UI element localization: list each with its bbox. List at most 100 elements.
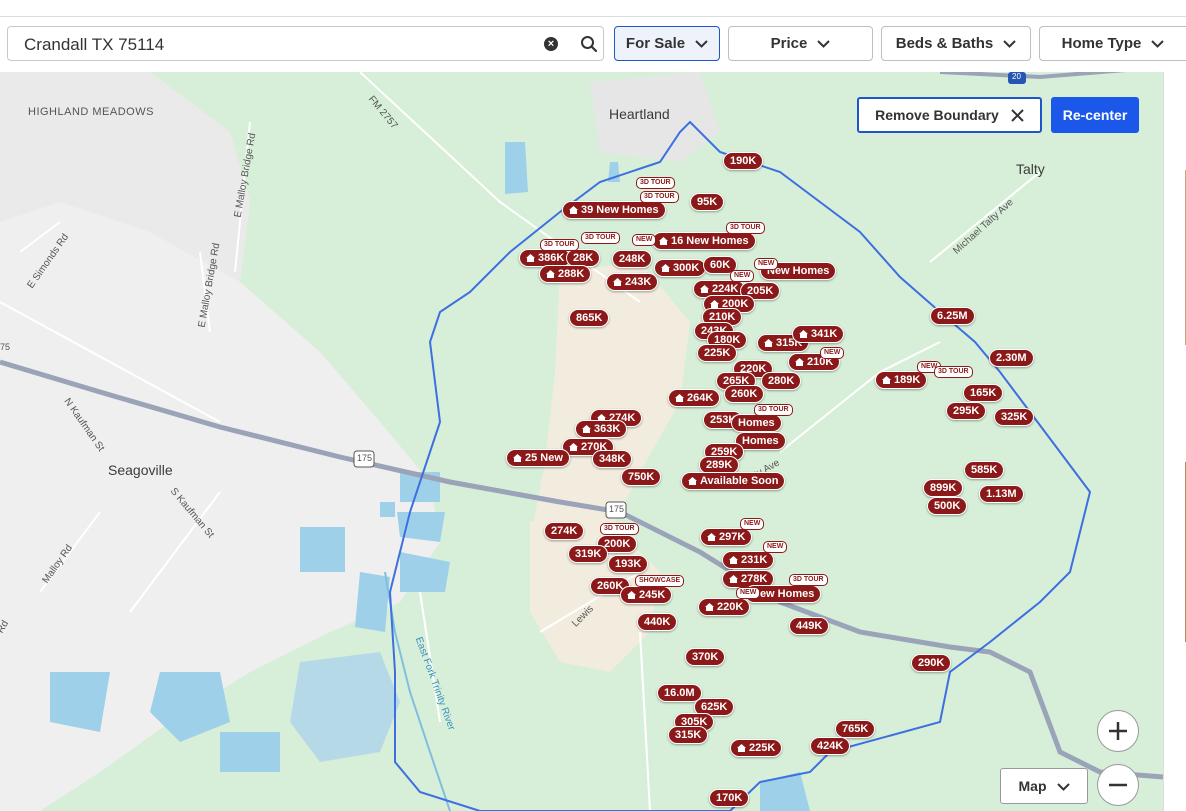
price-pin[interactable]: Homes [731, 414, 782, 432]
filter-price[interactable]: Price [728, 26, 873, 61]
home-icon [688, 477, 697, 485]
price-pin[interactable]: 295K [946, 402, 987, 420]
price-pin[interactable]: 165K [963, 384, 1004, 402]
price-pin[interactable]: 274K [544, 522, 585, 540]
price-pin[interactable]: 2.30M [989, 349, 1034, 367]
price-pin[interactable]: 440K [637, 613, 678, 631]
filter-home-type[interactable]: Home Type [1039, 26, 1186, 61]
filter-bar: × For Sale Price Beds & Baths Home Type [0, 17, 1186, 73]
filter-label: Price [770, 35, 808, 52]
price-pin[interactable]: 225K [697, 344, 738, 362]
price-pin[interactable]: 319K [568, 545, 609, 563]
chevron-down-icon [1151, 40, 1165, 48]
new-badge: NEW [632, 234, 657, 246]
home-icon [707, 533, 716, 541]
price-pin[interactable]: 899K [923, 479, 964, 497]
price-pin[interactable]: 189K [875, 371, 928, 389]
chevron-down-icon [817, 40, 831, 48]
close-icon [1011, 108, 1024, 122]
filter-for-sale[interactable]: For Sale [614, 26, 720, 61]
minus-icon [1109, 783, 1127, 787]
price-pin[interactable]: 300K [654, 259, 707, 277]
price-pin[interactable]: 765K [835, 720, 876, 738]
price-pin[interactable]: 25 New [506, 449, 570, 467]
new-badge: NEW [730, 270, 755, 282]
price-pin[interactable]: 424K [810, 737, 851, 755]
listing-panel-edge[interactable] [1163, 72, 1186, 811]
price-pin[interactable]: 280K [761, 372, 802, 390]
price-pin[interactable]: 39 New Homes [562, 201, 666, 219]
new-badge: NEW [740, 518, 765, 530]
home-icon [799, 330, 808, 338]
price-pin[interactable]: 6.25M [930, 307, 975, 325]
home-icon [582, 425, 591, 433]
tour-badge: 3D TOUR [600, 523, 639, 535]
price-pin[interactable]: 225K [730, 739, 783, 757]
price-pin[interactable]: 193K [608, 555, 649, 573]
price-pin[interactable]: 231K [722, 551, 775, 569]
price-pin[interactable]: 260K [724, 385, 765, 403]
pin-label: 243K [625, 276, 652, 288]
price-pin[interactable]: 170K [709, 789, 750, 807]
recenter-button[interactable]: Re-center [1051, 97, 1139, 133]
price-pin[interactable]: 341K [792, 325, 845, 343]
price-pin[interactable]: 750K [621, 468, 662, 486]
home-icon [700, 285, 709, 293]
filter-label: Beds & Baths [895, 35, 994, 52]
price-pin[interactable]: 243K [606, 273, 659, 291]
place-label: HIGHLAND MEADOWS [28, 106, 154, 118]
price-pin[interactable]: 16 New Homes [652, 232, 756, 250]
pin-label: Available Soon [700, 475, 779, 487]
zoom-out-button[interactable] [1097, 764, 1139, 806]
price-pin[interactable]: 190K [723, 152, 764, 170]
plus-icon [1109, 722, 1127, 740]
price-pin[interactable]: 449K [789, 617, 830, 635]
price-pin[interactable]: 248K [612, 250, 653, 268]
filter-beds-baths[interactable]: Beds & Baths [881, 26, 1031, 61]
home-icon [675, 394, 684, 402]
remove-boundary-label: Remove Boundary [875, 107, 999, 123]
search-icon[interactable] [580, 35, 598, 53]
home-icon [737, 744, 746, 752]
chevron-down-icon [1056, 782, 1070, 791]
price-pin[interactable]: 325K [994, 408, 1035, 426]
search-input[interactable] [22, 27, 526, 62]
place-label: Seagoville [108, 462, 173, 478]
remove-boundary-button[interactable]: Remove Boundary [857, 97, 1042, 133]
price-pin[interactable]: 16.0M [657, 684, 702, 702]
tour-badge: 3D TOUR [789, 574, 828, 586]
home-icon [710, 300, 719, 308]
price-pin[interactable]: 95K [690, 193, 725, 211]
home-icon [882, 376, 891, 384]
price-pin[interactable]: 264K [668, 389, 721, 407]
pin-label: 386K [538, 252, 565, 264]
price-pin[interactable]: 363K [575, 420, 628, 438]
home-icon [795, 358, 804, 366]
zoom-in-button[interactable] [1097, 710, 1139, 752]
price-pin[interactable]: 288K [539, 265, 592, 283]
tour-badge: 3D TOUR [581, 232, 620, 244]
home-icon [764, 339, 773, 347]
price-pin[interactable]: Available Soon [681, 472, 786, 490]
price-pin[interactable]: 585K [964, 461, 1005, 479]
price-pin[interactable]: 370K [685, 648, 726, 666]
price-pin[interactable]: 1.13M [979, 485, 1024, 503]
new-badge: NEW [754, 258, 779, 270]
price-pin[interactable]: 297K [700, 528, 753, 546]
map-canvas[interactable]: HIGHLAND MEADOWS Heartland Talty Seagovi… [0, 72, 1163, 811]
home-icon [729, 556, 738, 564]
clear-icon[interactable]: × [544, 37, 558, 51]
shield-label: 175 [609, 504, 625, 514]
map-type-select[interactable]: Map [1000, 768, 1088, 804]
tour-badge: 3D TOUR [640, 191, 679, 203]
price-pin[interactable]: 220K [698, 598, 751, 616]
tour-badge: 3D TOUR [636, 177, 675, 189]
price-pin[interactable]: 245K [620, 586, 673, 604]
pin-label: 220K [717, 601, 744, 613]
price-pin[interactable]: 315K [668, 726, 709, 744]
price-pin[interactable]: 290K [911, 654, 952, 672]
home-icon [705, 603, 714, 611]
price-pin[interactable]: 500K [927, 497, 968, 515]
price-pin[interactable]: 348K [592, 450, 633, 468]
price-pin[interactable]: 865K [569, 309, 610, 327]
